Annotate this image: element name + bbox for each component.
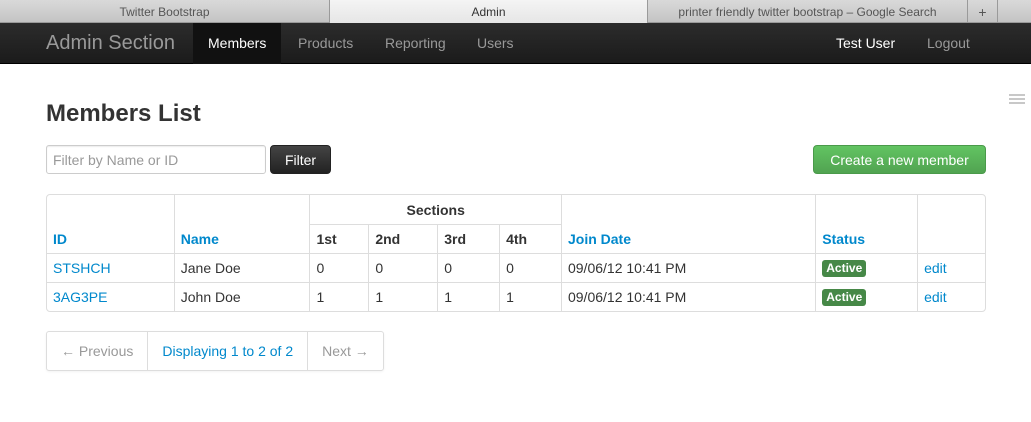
edit-link[interactable]: edit xyxy=(924,260,947,276)
members-table: ID Name Sections Join Date Status 1st 2n… xyxy=(46,194,986,312)
cell-section: 1 xyxy=(437,282,500,311)
member-id-link[interactable]: STSHCH xyxy=(53,260,111,276)
browser-tab[interactable]: printer friendly twitter bootstrap – Goo… xyxy=(648,0,968,23)
browser-tab-label: printer friendly twitter bootstrap – Goo… xyxy=(678,4,937,19)
cell-section: 1 xyxy=(309,282,369,311)
column-header-section-2: 2nd xyxy=(368,224,438,253)
status-badge: Active xyxy=(822,289,867,306)
cell-name: Jane Doe xyxy=(173,253,310,282)
cell-section: 0 xyxy=(437,253,500,282)
column-header-join-date[interactable]: Join Date xyxy=(560,195,815,253)
column-header-name[interactable]: Name xyxy=(173,195,310,253)
edit-link[interactable]: edit xyxy=(924,289,947,305)
column-header-actions-spacer xyxy=(917,224,985,253)
filter-button[interactable]: Filter xyxy=(270,145,331,174)
new-tab-button[interactable]: + xyxy=(968,0,998,23)
nav-item-users[interactable]: Users xyxy=(462,23,529,64)
cell-join-date: 09/06/12 10:41 PM xyxy=(560,253,816,282)
tab-strip-filler xyxy=(998,0,1031,23)
top-navbar: Admin Section Members Products Reporting… xyxy=(0,23,1031,64)
pagination-previous[interactable]: ← Previous xyxy=(47,332,147,370)
column-header-section-1: 1st xyxy=(309,224,369,253)
nav-item-members[interactable]: Members xyxy=(193,23,282,64)
pagination: ← Previous Displaying 1 to 2 of 2 Next → xyxy=(46,331,384,371)
pagination-info[interactable]: Displaying 1 to 2 of 2 xyxy=(147,332,307,370)
browser-tab-label: Twitter Bootstrap xyxy=(119,4,210,19)
column-header-status[interactable]: Status xyxy=(815,195,917,253)
cell-id[interactable]: STSHCH xyxy=(47,253,174,282)
plus-icon: + xyxy=(978,3,987,20)
status-badge: Active xyxy=(822,260,867,277)
browser-tab[interactable]: Twitter Bootstrap xyxy=(0,0,330,23)
table-row: STSHCH Jane Doe 0 0 0 0 09/06/12 10:41 P… xyxy=(47,253,985,282)
pagination-next[interactable]: Next → xyxy=(307,332,383,370)
cell-section: 0 xyxy=(309,253,369,282)
resize-grip-icon xyxy=(1009,94,1025,104)
cell-status: Active xyxy=(815,253,918,282)
column-header-id[interactable]: ID xyxy=(47,195,174,253)
cell-action[interactable]: edit xyxy=(917,253,985,282)
cell-section: 0 xyxy=(499,253,561,282)
cell-name: John Doe xyxy=(173,282,310,311)
nav-item-products[interactable]: Products xyxy=(283,23,368,64)
cell-action[interactable]: edit xyxy=(917,282,985,311)
column-header-section-4: 4th xyxy=(499,224,561,253)
cell-section: 1 xyxy=(499,282,561,311)
brand-link[interactable]: Admin Section xyxy=(46,23,175,64)
page-title: Members List xyxy=(46,100,201,127)
column-header-actions xyxy=(917,195,985,224)
cell-section: 1 xyxy=(368,282,438,311)
create-member-button[interactable]: Create a new member xyxy=(813,145,986,174)
column-header-section-3: 3rd xyxy=(437,224,500,253)
nav-item-reporting[interactable]: Reporting xyxy=(370,23,461,64)
browser-tab-active[interactable]: Admin xyxy=(330,0,648,23)
browser-tab-label: Admin xyxy=(471,4,506,19)
browser-tab-strip: Twitter Bootstrap Admin printer friendly… xyxy=(0,0,1031,23)
cell-status: Active xyxy=(815,282,918,311)
table-row: 3AG3PE John Doe 1 1 1 1 09/06/12 10:41 P… xyxy=(47,282,985,311)
filter-input[interactable] xyxy=(46,145,266,174)
column-header-sections: Sections xyxy=(309,195,561,224)
cell-join-date: 09/06/12 10:41 PM xyxy=(560,282,816,311)
nav-logout[interactable]: Logout xyxy=(912,23,985,64)
nav-user-name[interactable]: Test User xyxy=(821,23,910,64)
cell-id[interactable]: 3AG3PE xyxy=(47,282,174,311)
member-id-link[interactable]: 3AG3PE xyxy=(53,289,107,305)
cell-section: 0 xyxy=(368,253,438,282)
